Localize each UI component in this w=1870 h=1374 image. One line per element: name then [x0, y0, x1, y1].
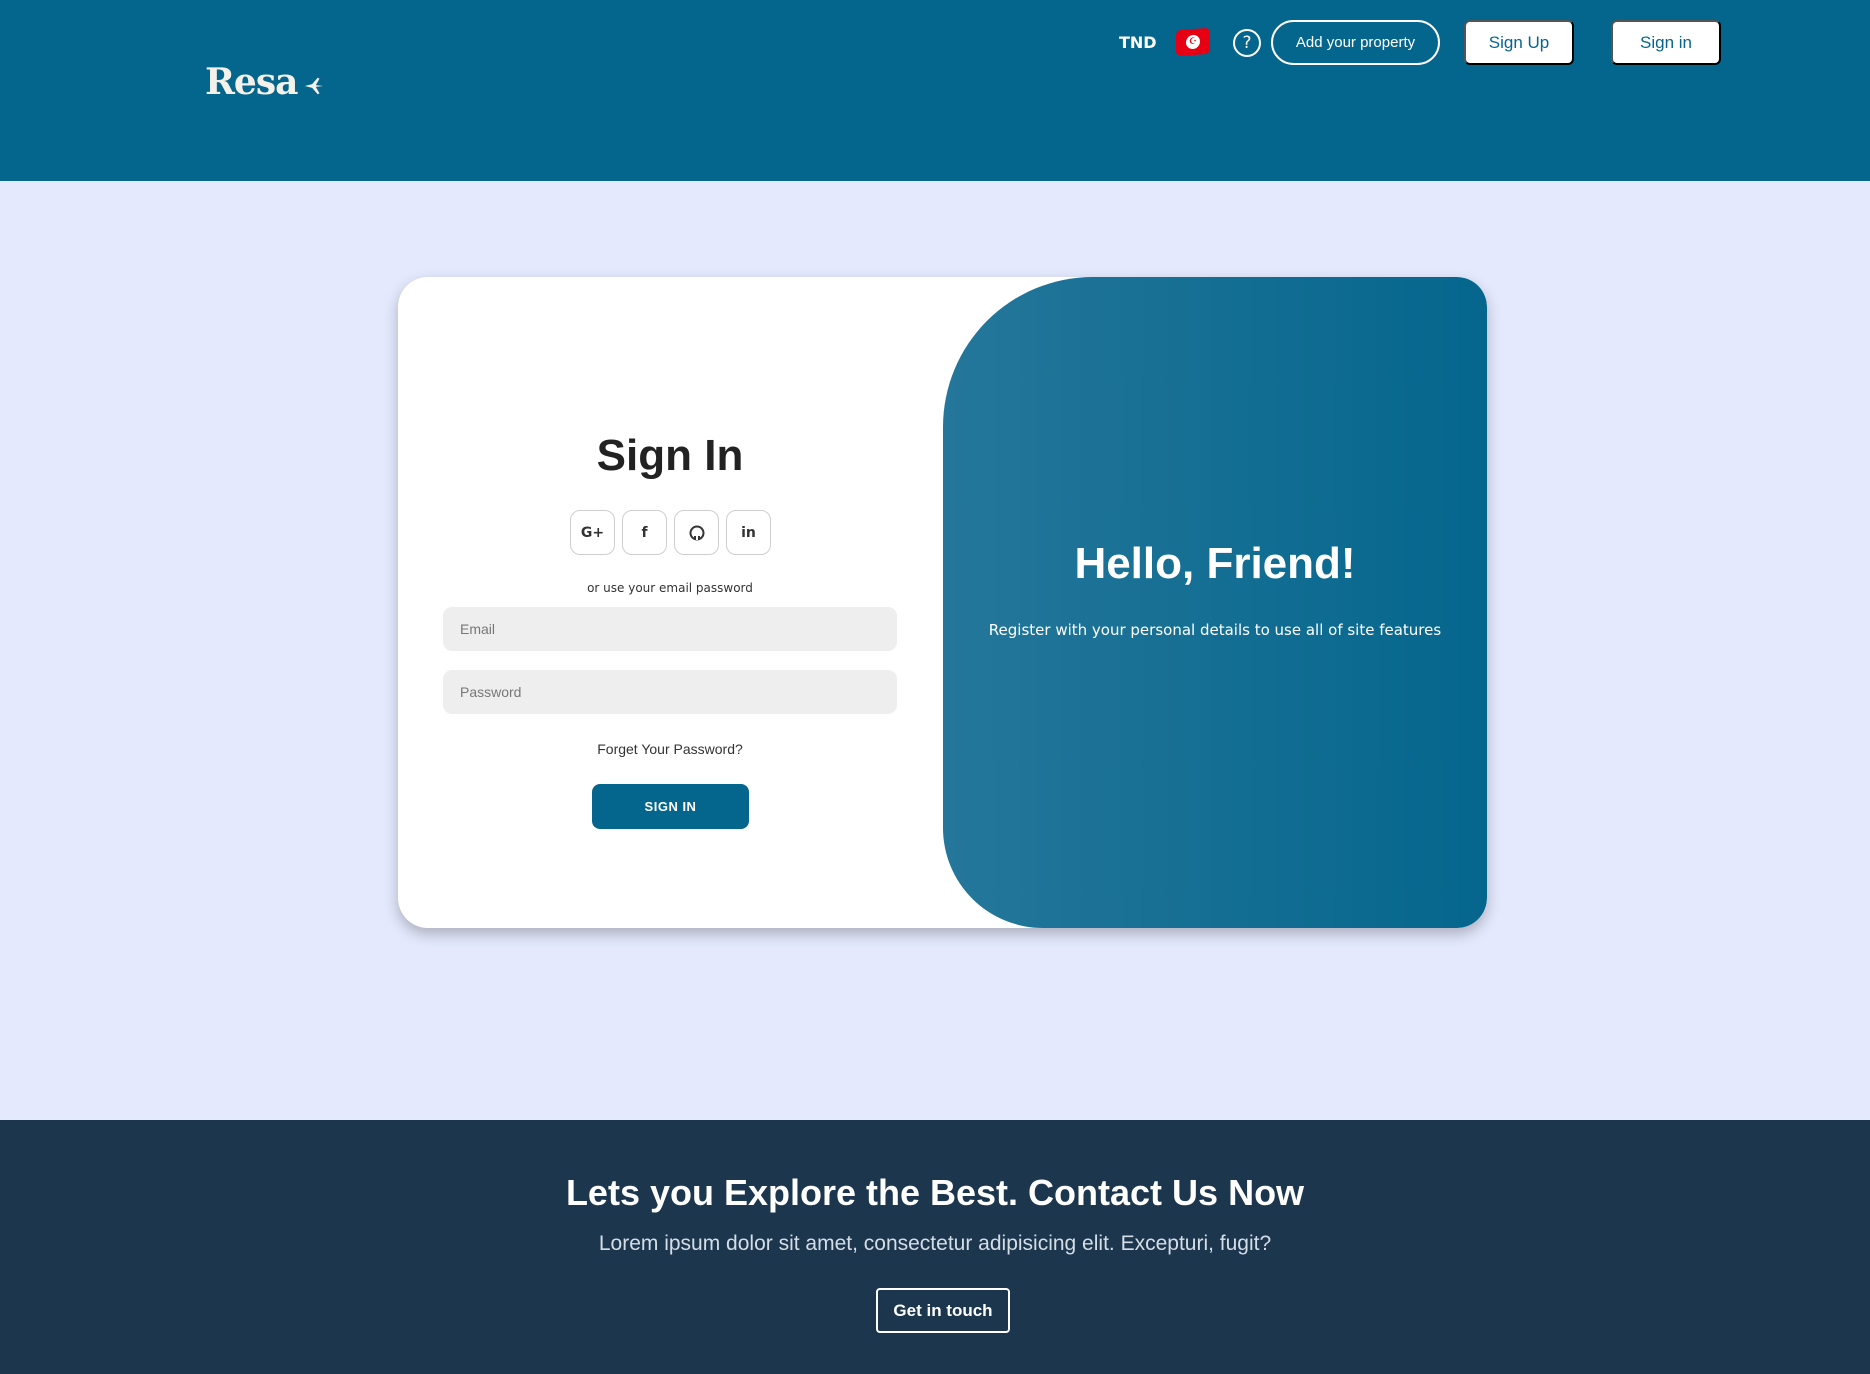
sign-up-button[interactable]: Sign Up [1464, 20, 1574, 65]
github-glyph [689, 525, 704, 540]
get-in-touch-button[interactable]: Get in touch [876, 1288, 1010, 1333]
contact-footer: Lets you Explore the Best. Contact Us No… [0, 1120, 1870, 1374]
logo[interactable]: Resa [205, 58, 325, 106]
email-field[interactable] [443, 607, 897, 651]
alt-login-text: or use your email password [587, 581, 753, 595]
form-title: Sign In [596, 431, 744, 480]
tunisia-flag-icon[interactable]: ☪ [1176, 27, 1210, 57]
facebook-icon[interactable]: f [622, 510, 667, 555]
github-icon[interactable] [674, 510, 719, 555]
auth-card: Sign In G+ f in or use your email passwo… [398, 277, 1487, 928]
footer-title: Lets you Explore the Best. Contact Us No… [565, 1172, 1305, 1213]
sign-in-submit-button[interactable]: SIGN IN [592, 784, 749, 829]
flag-crescent-icon: ☪ [1186, 34, 1200, 50]
help-icon[interactable]: ? [1233, 29, 1261, 57]
currency-selector[interactable]: TND [1119, 30, 1157, 56]
plane-icon [305, 77, 324, 95]
top-header: Resa TND ☪ ? Add your property Sign Up S… [0, 0, 1870, 181]
sign-in-form: Sign In G+ f in or use your email passwo… [398, 277, 942, 928]
panel-text: Register with your personal details to u… [988, 621, 1442, 639]
footer-text: Lorem ipsum dolor sit amet, consectetur … [598, 1232, 1272, 1255]
linkedin-icon[interactable]: in [726, 510, 771, 555]
panel-title: Hello, Friend! [1074, 539, 1356, 588]
password-field[interactable] [443, 670, 897, 714]
google-plus-icon[interactable]: G+ [570, 510, 615, 555]
social-login-group: G+ f in [570, 510, 771, 555]
logo-text: Resa [205, 61, 298, 103]
add-property-button[interactable]: Add your property [1271, 20, 1440, 65]
forgot-password-link[interactable]: Forget Your Password? [398, 741, 942, 757]
welcome-panel: Hello, Friend! Register with your person… [943, 277, 1487, 928]
sign-in-nav-button[interactable]: Sign in [1611, 20, 1721, 65]
